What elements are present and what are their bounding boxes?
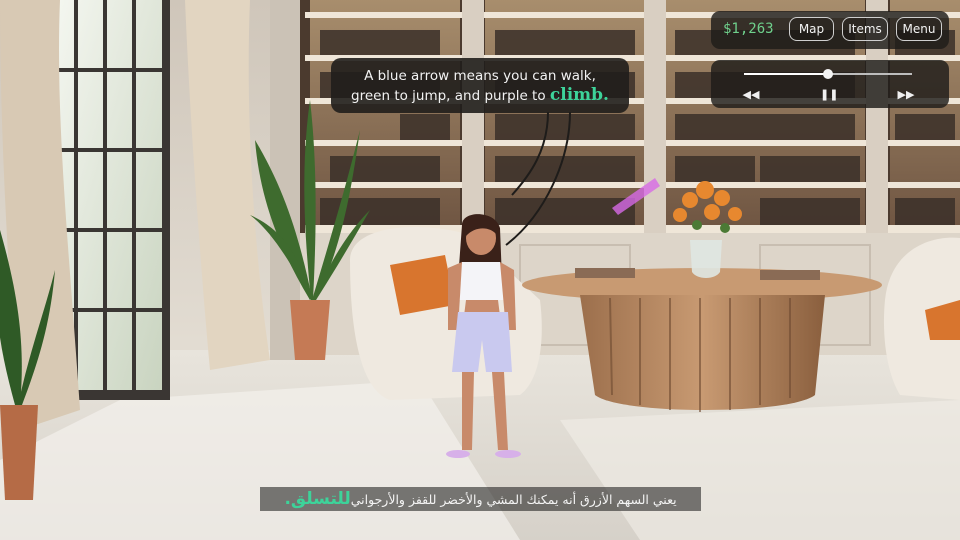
subtitle-bar: يعني السهم الأزرق أنه يمكنك المشي والأخض…	[260, 487, 701, 511]
dialogue-line-1: A blue arrow means you can walk,	[364, 68, 596, 84]
dialogue-highlight: climb.	[549, 85, 609, 105]
progress-knob[interactable]	[823, 69, 833, 79]
map-button[interactable]: Map	[789, 17, 834, 41]
subtitle-text: يعني السهم الأزرق أنه يمكنك المشي والأخض…	[350, 491, 677, 507]
pause-icon[interactable]: ❚❚	[820, 88, 838, 102]
dialogue-line-2-text: green to jump, and purple to	[351, 88, 550, 104]
items-button[interactable]: Items	[842, 17, 888, 41]
subtitle-highlight: للتسلق.	[284, 489, 351, 509]
dialogue-line-2: green to jump, and purple to climb.	[331, 86, 629, 106]
speech-bubble: A blue arrow means you can walk, green t…	[331, 58, 629, 113]
rewind-icon[interactable]: ◀◀	[742, 88, 760, 102]
progress-fill	[744, 73, 828, 75]
money-counter: $1,263	[723, 21, 774, 37]
menu-button[interactable]: Menu	[896, 17, 942, 41]
fast-forward-icon[interactable]: ▶▶	[897, 88, 915, 102]
